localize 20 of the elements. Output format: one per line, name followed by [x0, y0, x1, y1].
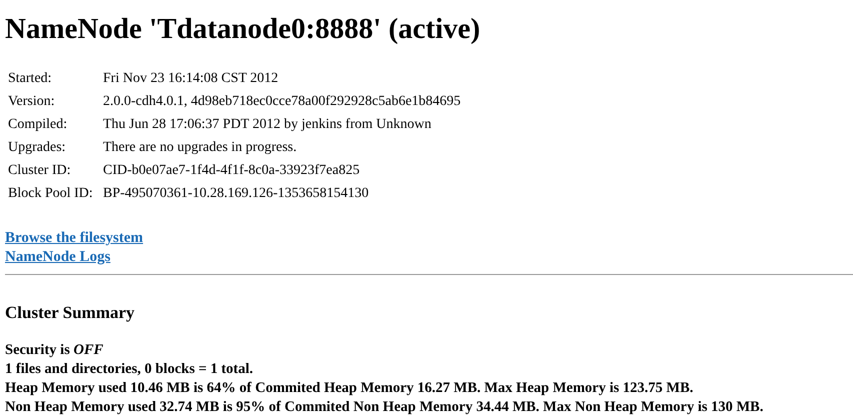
page-title: NameNode 'Tdatanode0:8888' (active) — [5, 12, 482, 47]
info-label: Compiled: — [7, 116, 68, 134]
info-value: CID-b0e07ae7-1f4d-4f1f-8c0a-33923f7ea825 — [102, 162, 361, 180]
info-value: Thu Jun 28 17:06:37 PDT 2012 by jenkins from Unknown — [102, 116, 432, 134]
summary-line: Non Heap Memory used 32.74 MB is 95% of Commited Non Heap Memory 34.44 MB. Max Non Heap Memory is 130 MB. — [5, 398, 764, 417]
summary-line: Heap Memory used 10.46 MB is 64% of Commited Heap Memory 16.27 MB. Max Heap Memory is 123.75 MB. — [5, 379, 694, 398]
info-label: Cluster ID: — [7, 162, 72, 180]
summary-line: Security is OFF — [5, 341, 104, 360]
section-heading: Cluster Summary — [5, 303, 136, 323]
info-label: Upgrades: — [7, 138, 67, 156]
info-label: Version: — [7, 92, 56, 110]
info-value: BP-495070361-10.28.169.126-1353658154130 — [102, 184, 370, 202]
info-value: There are no upgrades in progress. — [102, 138, 298, 156]
info-label: Block Pool ID: — [7, 184, 94, 202]
info-value: 2.0.0-cdh4.0.1, 4d98eb718ec0cce78a00f292928c5ab6e1b84695 — [102, 92, 462, 110]
nav-link[interactable]: NameNode Logs — [5, 248, 110, 267]
info-value: Fri Nov 23 16:14:08 CST 2012 — [102, 70, 280, 88]
summary-line: 1 files and directories, 0 blocks = 1 total. — [5, 360, 254, 379]
nav-link[interactable]: Browse the filesystem — [5, 229, 144, 248]
info-label: Started: — [7, 70, 53, 88]
